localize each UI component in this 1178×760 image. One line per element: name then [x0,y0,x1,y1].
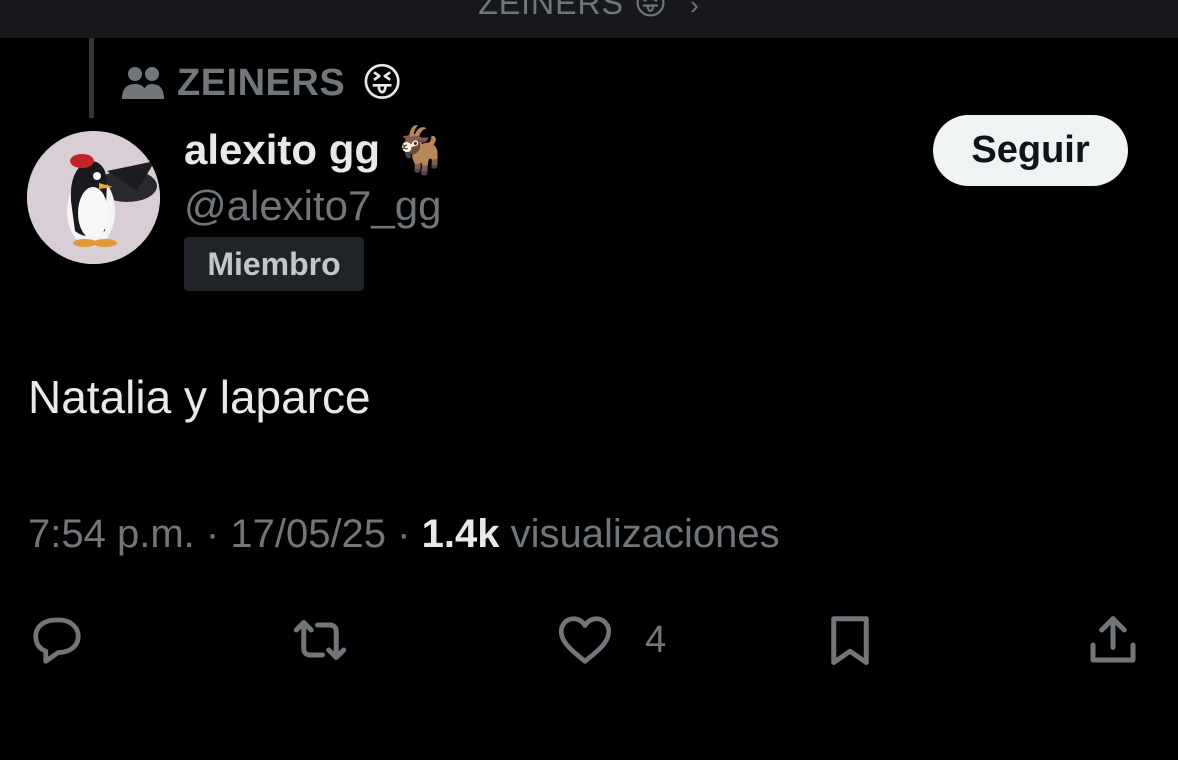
member-badge: Miembro [184,237,364,291]
retweet-icon [293,620,347,660]
tweet-date[interactable]: 17/05/25 [230,512,386,556]
community-header-link[interactable]: ZEINERS 😝 › [0,0,1178,22]
like-button[interactable]: 4 [555,600,666,680]
community-header-bar[interactable]: ZEINERS 😝 › [0,0,1178,38]
community-emoji: 😝 [361,61,403,105]
people-icon [122,67,164,99]
follow-button[interactable]: Seguir [933,115,1128,186]
share-icon [1090,616,1136,663]
community-context[interactable]: ZEINERS 😝 [121,58,403,108]
thread-connector-line [89,38,94,118]
tweet-text: Natalia y laparce [28,371,371,423]
author-name[interactable]: alexito gg [184,126,380,174]
like-count: 4 [645,618,667,661]
meta-separator: · [205,512,220,556]
meta-separator: · [397,512,411,556]
community-name: ZEINERS [177,61,346,104]
community-header-emoji: 😝 [633,0,669,21]
tweet-metadata: 7:54 p.m. · 17/05/25 · 1.4k visualizacio… [28,512,780,557]
chevron-right-icon: › [690,0,700,20]
penguin-cartoon-avatar [27,131,160,264]
share-button[interactable] [1083,600,1143,680]
retweet-button[interactable] [290,600,350,680]
bookmark-icon [831,616,869,665]
author-display-name[interactable]: alexito gg 🐐 [184,122,449,178]
author-handle[interactable]: @alexito7_gg [184,182,441,230]
avatar[interactable] [27,131,160,264]
views-count: 1.4k [421,512,500,556]
reply-icon [33,617,81,664]
goat-emoji: 🐐 [392,124,450,176]
heart-icon [558,616,612,664]
views-label: visualizaciones [510,512,780,556]
reply-button[interactable] [27,600,87,680]
tweet-time[interactable]: 7:54 p.m. [28,512,195,556]
bookmark-button[interactable] [820,600,880,680]
tweet-action-bar: 4 [0,600,1178,680]
community-header-name: ZEINERS [478,0,624,21]
